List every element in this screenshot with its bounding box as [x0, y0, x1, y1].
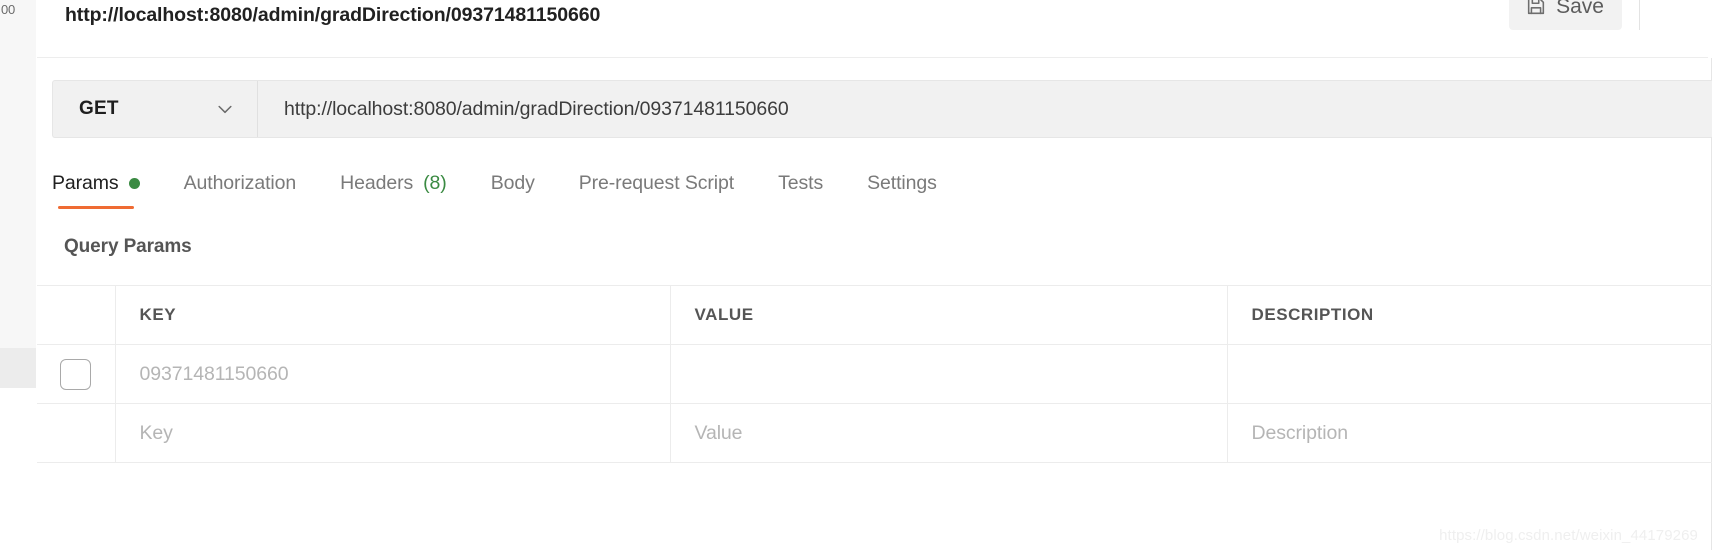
table-row: 09371481150660 — [37, 344, 1712, 404]
tab-headers-count: (8) — [423, 171, 447, 194]
active-tab-underline — [58, 205, 134, 209]
params-modified-dot-icon — [128, 177, 140, 189]
chevron-down-icon — [215, 99, 235, 119]
tab-headers-label: Headers — [340, 171, 414, 194]
breadcrumb: 00 — [1, 2, 16, 17]
tab-tests-label: Tests — [778, 171, 824, 194]
tab-headers[interactable]: Headers (8) — [340, 160, 447, 206]
row-select-cell — [37, 344, 116, 404]
table-header-row: KEY VALUE DESCRIPTION — [37, 285, 1712, 345]
row-description-input[interactable] — [1227, 344, 1712, 404]
query-params-title: Query Params — [64, 236, 192, 257]
request-header: http://localhost:8080/admin/gradDirectio… — [37, 0, 1712, 58]
column-header-description: DESCRIPTION — [1227, 285, 1712, 345]
tab-settings-label: Settings — [867, 171, 937, 194]
table-row: Key Value Description — [37, 403, 1712, 463]
url-input[interactable]: http://localhost:8080/admin/gradDirectio… — [258, 81, 1712, 137]
postman-request-editor: 00 http://localhost:8080/admin/gradDirec… — [0, 0, 1712, 550]
http-method-select[interactable]: GET — [53, 81, 258, 137]
new-row-key-input[interactable]: Key — [115, 403, 671, 463]
tab-authorization[interactable]: Authorization — [184, 160, 297, 206]
request-tabs: Params Authorization Headers (8) Body Pr… — [52, 160, 1252, 218]
row-key-input[interactable]: 09371481150660 — [115, 344, 671, 404]
watermark: https://blog.csdn.net/weixin_44179269 — [1439, 527, 1698, 544]
tab-params[interactable]: Params — [52, 160, 140, 209]
column-header-value: VALUE — [670, 285, 1228, 345]
column-header-select — [37, 285, 116, 345]
tab-pre-request-script[interactable]: Pre-request Script — [579, 160, 734, 206]
header-divider — [1639, 0, 1640, 30]
sidebar-edge: 00 — [0, 0, 36, 550]
sidebar-fill-bottom — [0, 388, 36, 550]
save-button[interactable]: Save — [1509, 0, 1622, 30]
tab-pre-request-script-label: Pre-request Script — [578, 171, 735, 194]
sidebar-fill-top — [0, 0, 36, 348]
tab-body[interactable]: Body — [491, 160, 535, 206]
tab-body-label: Body — [490, 171, 535, 194]
row-value-input[interactable] — [670, 344, 1228, 404]
save-button-label: Save — [1556, 0, 1604, 18]
row-select-cell-empty — [37, 403, 116, 463]
sidebar-selected-row[interactable] — [0, 348, 36, 388]
row-checkbox[interactable] — [60, 358, 92, 390]
new-row-description-input[interactable]: Description — [1227, 403, 1712, 463]
http-method-label: GET — [79, 98, 119, 119]
tab-settings[interactable]: Settings — [867, 160, 937, 206]
right-edge-mask — [1708, 0, 1712, 58]
floppy-disk-icon — [1525, 0, 1547, 17]
query-params-table: KEY VALUE DESCRIPTION 09371481150660 Key… — [37, 285, 1712, 463]
url-bar: GET http://localhost:8080/admin/gradDire… — [52, 80, 1712, 138]
tab-authorization-label: Authorization — [183, 171, 297, 194]
column-header-key: KEY — [115, 285, 671, 345]
page-title: http://localhost:8080/admin/gradDirectio… — [65, 4, 601, 26]
tab-tests[interactable]: Tests — [778, 160, 823, 206]
tab-params-label: Params — [52, 171, 119, 194]
new-row-value-input[interactable]: Value — [670, 403, 1228, 463]
